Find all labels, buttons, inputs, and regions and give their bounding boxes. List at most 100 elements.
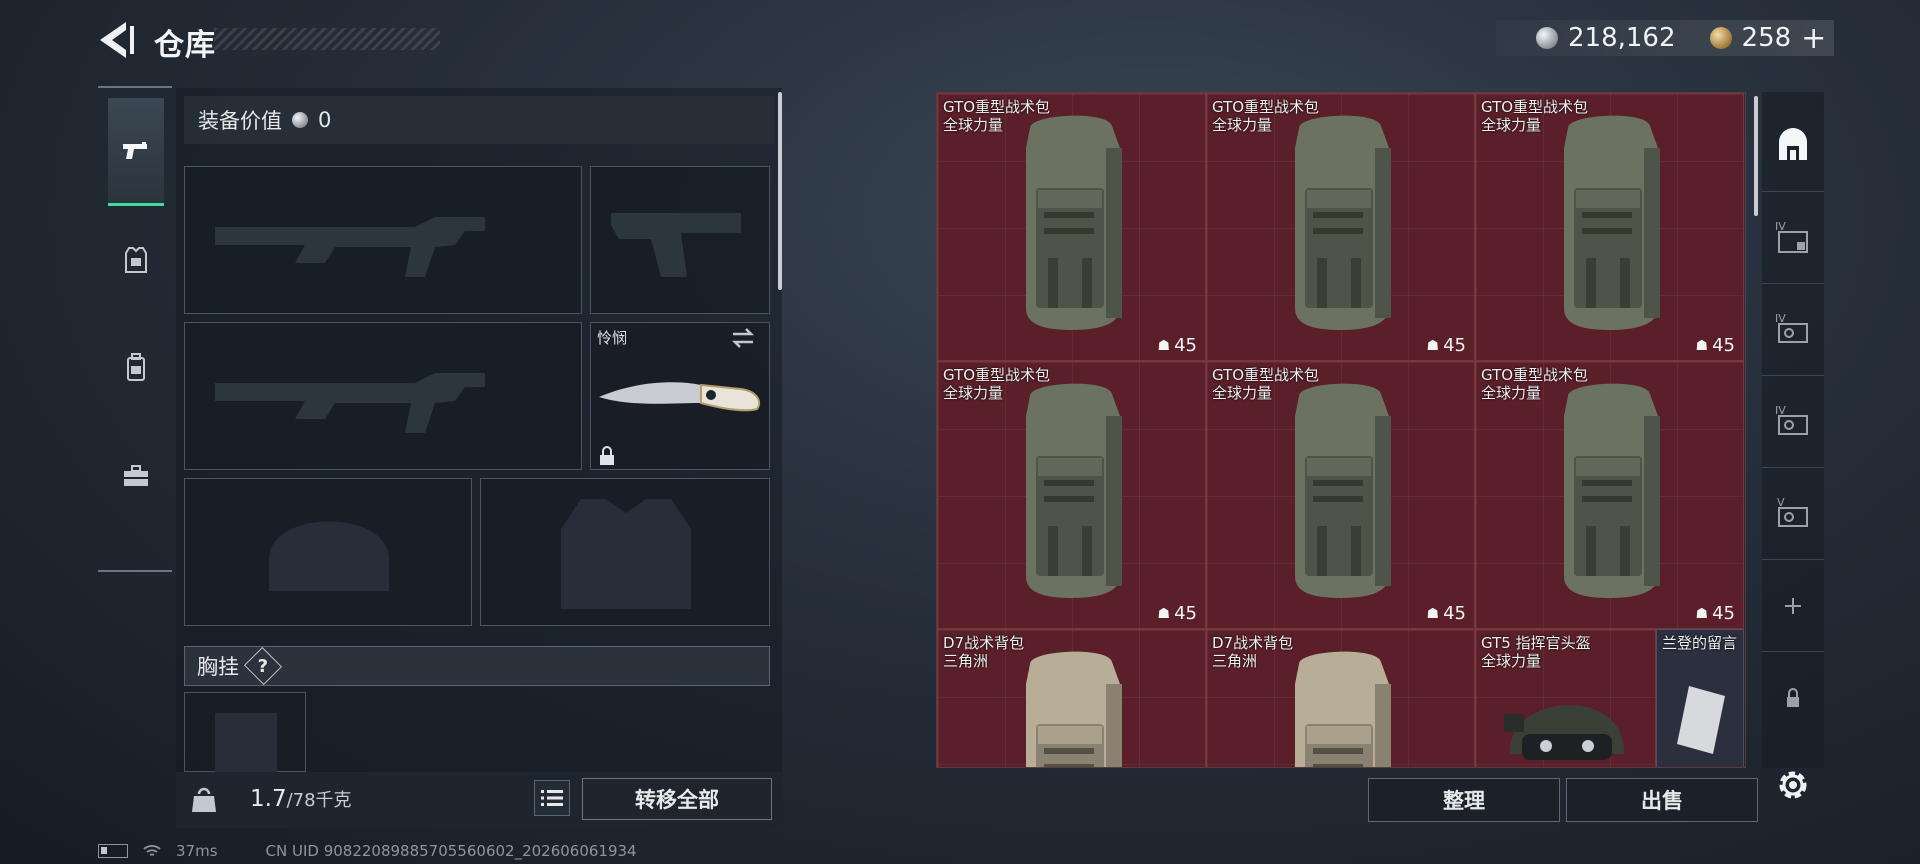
commander-helmet-icon bbox=[1496, 674, 1636, 767]
item-title: GT5 指挥官头盔 bbox=[1481, 634, 1591, 652]
capacity-value: 45 bbox=[1712, 603, 1735, 624]
weight-readout: 1.7/78千克 bbox=[250, 786, 352, 812]
storage-item-name: GTO重型战术包 全球力量 bbox=[1481, 98, 1588, 134]
capacity-icon: ☗ bbox=[1695, 605, 1709, 622]
sidearm-slot[interactable] bbox=[590, 166, 770, 314]
storage-item-name: GTO重型战术包 全球力量 bbox=[1212, 98, 1319, 134]
storage-item-cell[interactable]: 兰登的留言 bbox=[1656, 629, 1744, 767]
vest-silhouette-icon bbox=[561, 499, 691, 609]
green-backpack-icon bbox=[1008, 108, 1138, 348]
storage-item-cell[interactable]: GTO重型战术包 全球力量 ☗ 45 bbox=[1206, 361, 1475, 629]
item-title: GTO重型战术包 bbox=[1212, 366, 1320, 384]
equipment-value-row: 装备价值 0 bbox=[184, 96, 774, 144]
storage-item-name: GTO重型战术包 全球力量 bbox=[1212, 366, 1319, 402]
help-symbol: ? bbox=[257, 655, 269, 677]
pistol-silhouette-icon bbox=[611, 213, 741, 277]
help-icon[interactable]: ? bbox=[243, 646, 283, 686]
lock-icon bbox=[600, 446, 614, 465]
item-title: D7战术背包 bbox=[943, 634, 1025, 652]
tab-backpack[interactable] bbox=[108, 314, 164, 422]
capacity-value: 45 bbox=[1174, 603, 1197, 624]
item-title: D7战术背包 bbox=[1212, 634, 1294, 652]
item-origin: 全球力量 bbox=[1212, 384, 1273, 402]
status-line: 37ms CN UID 9082208988570556060​2_202606… bbox=[98, 842, 637, 860]
storage-item-name: D7战术背包 三角洲 bbox=[1212, 634, 1293, 670]
storage-item-cell[interactable]: GT5 指挥官头盔 全球力量 bbox=[1475, 629, 1656, 767]
tab-weapons[interactable] bbox=[108, 98, 164, 206]
storage-item-cell[interactable]: GTO重型战术包 全球力量 ☗ 45 bbox=[1475, 93, 1744, 361]
storage-scrollbar[interactable] bbox=[1754, 96, 1758, 216]
helmet-slot[interactable] bbox=[184, 478, 472, 626]
storage-tier-iv-icon: IV bbox=[1775, 312, 1808, 343]
chest-rig-header: 胸挂 ? bbox=[184, 646, 770, 686]
add-storage-button[interactable] bbox=[1762, 560, 1824, 652]
storage-item-cell[interactable]: GTO重型战术包 全球力量 ☗ 45 bbox=[1206, 93, 1475, 361]
item-origin: 全球力量 bbox=[1481, 384, 1542, 402]
tab-storage-v[interactable]: V bbox=[1762, 468, 1824, 560]
capacity-value: 45 bbox=[1174, 335, 1197, 356]
locked-storage-tab[interactable] bbox=[1762, 652, 1824, 744]
sort-button[interactable]: 整理 bbox=[1368, 778, 1560, 822]
melee-slot[interactable]: 怜悯 bbox=[590, 322, 770, 470]
storage-item-cell[interactable]: GTO重型战术包 全球力量 ☗ 45 bbox=[937, 361, 1206, 629]
capacity-value: 45 bbox=[1712, 335, 1735, 356]
tab-safe-box[interactable] bbox=[1762, 100, 1824, 192]
storage-item-cell[interactable]: GTO重型战术包 全球力量 ☗ 45 bbox=[1475, 361, 1744, 629]
swap-icon[interactable] bbox=[729, 327, 757, 349]
tan-backpack-icon bbox=[1277, 644, 1407, 767]
gold-coin-amount: 258 bbox=[1741, 23, 1792, 53]
chest-rig-slot[interactable] bbox=[184, 692, 306, 773]
sell-button[interactable]: 出售 bbox=[1566, 778, 1758, 822]
back-button[interactable] bbox=[96, 18, 136, 62]
storage-item-name: GT5 指挥官头盔 全球力量 bbox=[1481, 634, 1591, 670]
item-title: GTO重型战术包 bbox=[1481, 98, 1589, 116]
storage-page-tabs: IV IV IV V bbox=[1762, 92, 1824, 768]
equipment-scrollbar[interactable] bbox=[778, 92, 782, 290]
secondary-weapon-slot[interactable] bbox=[184, 322, 582, 470]
uid-readout: CN UID 9082208988570556060​2_20260606193… bbox=[265, 842, 637, 860]
tab-storage-iv-1[interactable]: IV bbox=[1762, 192, 1824, 284]
storage-item-name: GTO重型战术包 全球力量 bbox=[943, 366, 1050, 402]
tab-toolbox[interactable] bbox=[108, 422, 164, 530]
chest-rig-silhouette-icon bbox=[215, 713, 277, 773]
storage-item-quantity: ☗ 45 bbox=[1158, 335, 1197, 356]
item-origin: 三角洲 bbox=[1212, 652, 1258, 670]
storage-item-name: D7战术背包 三角洲 bbox=[943, 634, 1024, 670]
tab-storage-iv-3[interactable]: IV bbox=[1762, 376, 1824, 468]
item-origin: 全球力量 bbox=[1212, 116, 1273, 134]
storage-tier-iv-icon: IV bbox=[1775, 404, 1808, 435]
ping-readout: 37ms bbox=[176, 842, 218, 860]
tan-backpack-icon bbox=[1008, 644, 1138, 767]
silver-coin-amount: 218,162 bbox=[1568, 23, 1676, 53]
add-currency-button[interactable]: + bbox=[1801, 21, 1826, 56]
equipment-category-tabs bbox=[98, 86, 172, 572]
toolbox-icon bbox=[124, 465, 148, 486]
list-icon bbox=[541, 790, 563, 806]
battery-icon bbox=[98, 844, 128, 858]
storage-tier-iv-icon: IV bbox=[1775, 220, 1808, 253]
capacity-icon: ☗ bbox=[1695, 337, 1709, 354]
item-title: GTO重型战术包 bbox=[943, 366, 1051, 384]
item-title: GTO重型战术包 bbox=[1212, 98, 1320, 116]
primary-weapon-slot[interactable] bbox=[184, 166, 582, 314]
gold-coin-icon bbox=[1709, 27, 1732, 49]
list-view-button[interactable] bbox=[534, 780, 570, 816]
storage-item-name: GTO重型战术包 全球力量 bbox=[1481, 366, 1588, 402]
capacity-value: 45 bbox=[1443, 603, 1466, 624]
settings-button[interactable] bbox=[1770, 762, 1816, 808]
note-paper-icon bbox=[1671, 680, 1731, 764]
transfer-all-button[interactable]: 转移全部 bbox=[582, 778, 772, 820]
tab-armor[interactable] bbox=[108, 206, 164, 314]
storage-item-cell[interactable]: GTO重型战术包 全球力量 ☗ 45 bbox=[937, 93, 1206, 361]
storage-item-quantity: ☗ 45 bbox=[1696, 603, 1735, 624]
safe-box-icon bbox=[1779, 127, 1807, 160]
tab-storage-iv-2[interactable]: IV bbox=[1762, 284, 1824, 376]
storage-item-cell[interactable]: D7战术背包 三角洲 bbox=[1206, 629, 1475, 767]
body-armor-slot[interactable] bbox=[480, 478, 770, 626]
item-origin: 全球力量 bbox=[1481, 116, 1542, 134]
gear-icon bbox=[1779, 771, 1807, 799]
backpack-icon bbox=[127, 353, 145, 381]
storage-item-cell[interactable]: D7战术背包 三角洲 bbox=[937, 629, 1206, 767]
item-title: GTO重型战术包 bbox=[1481, 366, 1589, 384]
armor-icon bbox=[125, 247, 147, 273]
